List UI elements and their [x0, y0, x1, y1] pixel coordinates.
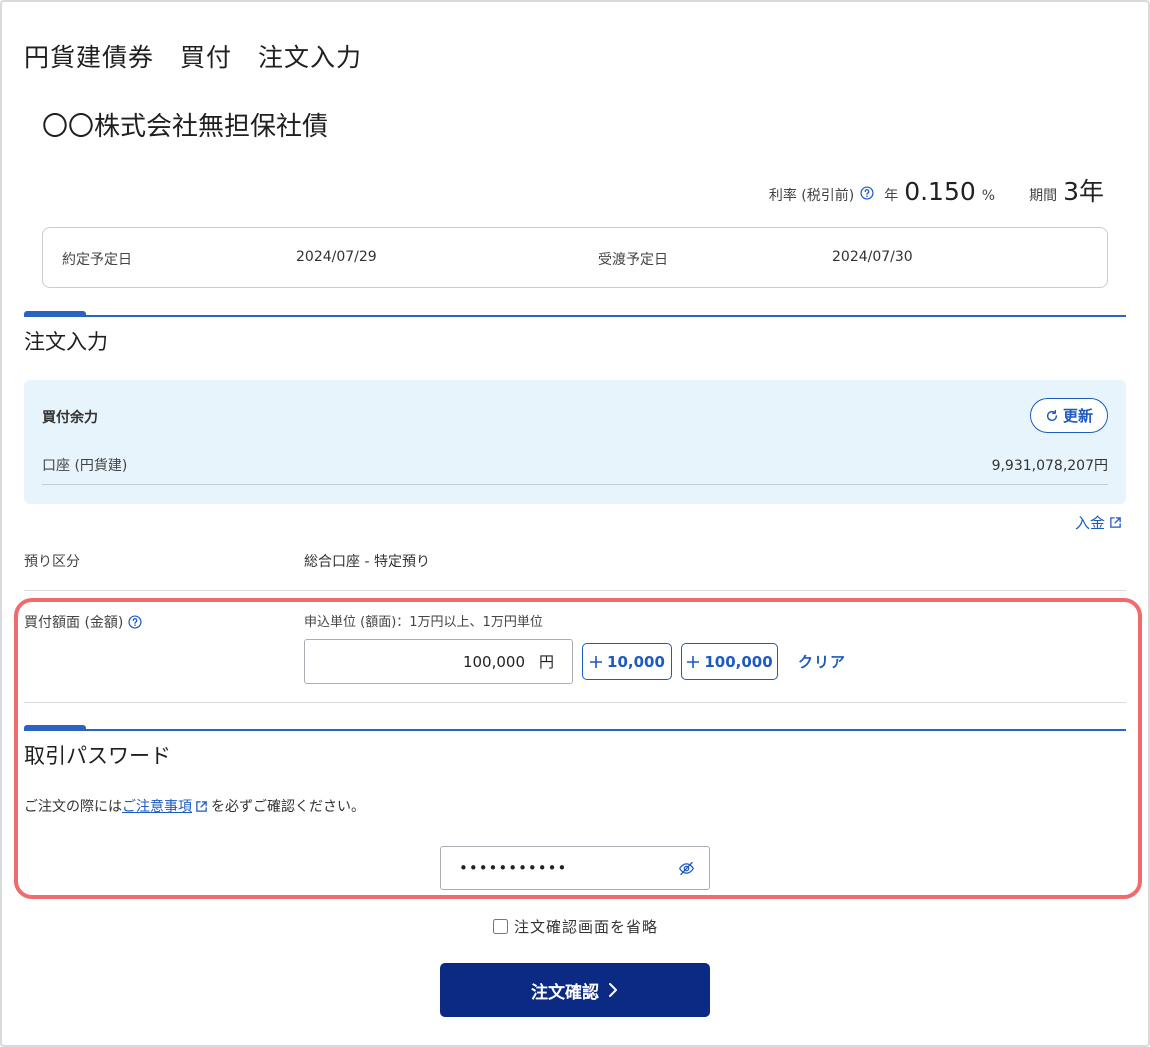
- trade-date-label: 約定予定日: [62, 252, 132, 268]
- rate-row: 利率 (税引前) 年 0.150 % 期間 3年: [769, 172, 1104, 208]
- buying-power-title: 買付余力: [42, 410, 98, 426]
- page-frame: 円貨建債券 買付 注文入力 〇〇株式会社無担保社債 利率 (税引前) 年 0.1…: [0, 0, 1150, 1047]
- custody-value: 総合口座 - 特定預り: [304, 554, 430, 570]
- external-link-icon: [1110, 517, 1121, 528]
- refresh-button[interactable]: 更新: [1030, 398, 1108, 433]
- power-divider: [42, 484, 1108, 485]
- rate-prefix: 年: [884, 188, 899, 204]
- refresh-label: 更新: [1062, 407, 1093, 425]
- order-confirm-label: 注文確認: [531, 982, 599, 1003]
- account-label: 口座 (円貨建): [42, 458, 128, 474]
- deposit-label: 入金: [1074, 514, 1105, 532]
- question-circle-icon[interactable]: [860, 186, 874, 200]
- highlight-frame: [14, 598, 1142, 899]
- skip-confirm-checkbox[interactable]: [493, 919, 508, 934]
- deposit-link[interactable]: 入金: [1075, 512, 1122, 533]
- order-section-rule: [24, 311, 1126, 317]
- term-label: 期間: [1029, 188, 1058, 204]
- refresh-icon: [1046, 409, 1058, 421]
- rate-label: 利率 (税引前): [768, 188, 855, 204]
- page-title: 円貨建債券 買付 注文入力: [24, 43, 363, 72]
- order-section-title: 注文入力: [24, 330, 108, 354]
- skip-confirm-label: 注文確認画面を省略: [514, 918, 659, 936]
- chevron-right-icon: [609, 983, 617, 997]
- rate-unit: %: [981, 188, 996, 204]
- order-confirm-button[interactable]: 注文確認: [440, 963, 710, 1017]
- custody-label: 預り区分: [24, 554, 80, 570]
- settle-date-value: 2024/07/30: [832, 249, 913, 265]
- buying-power-box: 買付余力 更新 口座 (円貨建) 9,931,078,207円: [24, 380, 1126, 504]
- rate-value: 0.150: [904, 177, 976, 206]
- dates-card: 約定予定日 2024/07/29 受渡予定日 2024/07/30: [42, 227, 1108, 288]
- bond-name: 〇〇株式会社無担保社債: [42, 112, 329, 142]
- account-value: 9,931,078,207円: [991, 458, 1108, 474]
- settle-date-label: 受渡予定日: [598, 252, 668, 268]
- skip-confirm-row[interactable]: 注文確認画面を省略: [493, 916, 658, 937]
- trade-date-value: 2024/07/29: [296, 249, 377, 265]
- custody-divider: [24, 590, 1126, 591]
- term-value: 3年: [1063, 177, 1104, 206]
